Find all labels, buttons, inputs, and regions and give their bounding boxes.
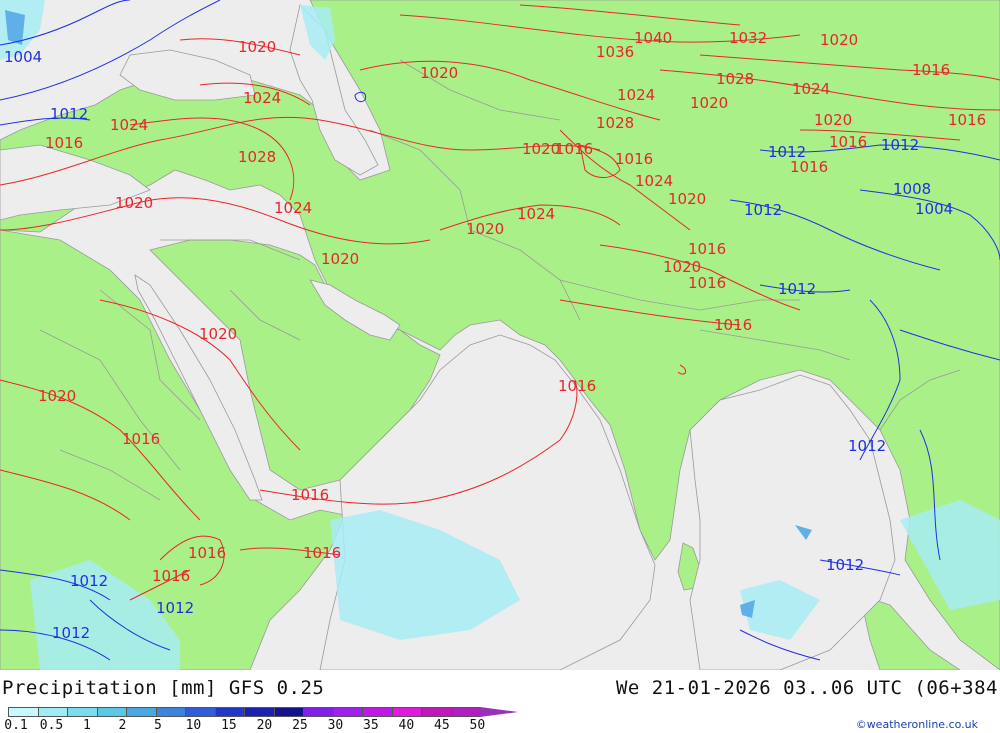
isobar-label: 1024 <box>635 172 673 190</box>
scale-swatch <box>303 707 333 717</box>
isobar-label: 1020 <box>38 387 76 405</box>
isobar-label: 1016 <box>45 134 83 152</box>
isobar-label: 1020 <box>820 31 858 49</box>
isobar-label: 1024 <box>243 89 281 107</box>
scale-swatch <box>155 707 185 717</box>
isobar-label: 1028 <box>238 148 276 166</box>
isobar-label: 1024 <box>110 116 148 134</box>
isobar-label: 1020 <box>690 94 728 112</box>
scale-tick-label: 15 <box>221 718 237 733</box>
isobar-label: 1020 <box>814 111 852 129</box>
scale-tick-label: 35 <box>363 718 379 733</box>
scale-tick-label: 0.1 <box>4 718 28 733</box>
scale-tick-label: 1 <box>83 718 91 733</box>
isobar-label: 1012 <box>826 556 864 574</box>
credit-link[interactable]: ©weatheronline.co.uk <box>856 718 978 731</box>
isobar-label: 1016 <box>188 544 226 562</box>
isobar-label: 1012 <box>744 201 782 219</box>
scale-swatch <box>332 707 362 717</box>
isobar-label: 1032 <box>729 29 767 47</box>
scale-swatch <box>8 707 38 717</box>
scale-tick-label: 30 <box>327 718 344 733</box>
isobar-label: 1024 <box>617 86 655 104</box>
isobar-label: 1028 <box>716 70 754 88</box>
isobar-label: 1020 <box>115 194 153 212</box>
map-canvas: 1004 1012 1016 1020 1024 1020 1020 1024 … <box>0 0 1000 670</box>
scale-swatch <box>244 707 274 717</box>
scale-swatch <box>214 707 244 717</box>
isobar-label: 1016 <box>688 240 726 258</box>
isobar-label: 1012 <box>848 437 886 455</box>
isobar-label: 1016 <box>615 150 653 168</box>
isobar-label: 1016 <box>912 61 950 79</box>
isobar-label: 1016 <box>291 486 329 504</box>
isobar-label: 1012 <box>778 280 816 298</box>
isobar-label: 1012 <box>881 136 919 154</box>
isobar-label: 1012 <box>52 624 90 642</box>
scale-swatch <box>67 707 97 717</box>
isobar-label: 1012 <box>50 105 88 123</box>
isobar-label: 1016 <box>303 544 341 562</box>
isobar-label: 1020 <box>321 250 359 268</box>
scale-tick-label: 25 <box>292 718 308 733</box>
weather-map: 1004 1012 1016 1020 1024 1020 1020 1024 … <box>0 0 1000 670</box>
isobar-label: 1020 <box>466 220 504 238</box>
scale-swatch <box>37 707 67 717</box>
scale-tick-label: 2 <box>118 718 127 733</box>
isobar-label: 1020 <box>238 38 276 56</box>
isobar-label: 1008 <box>893 180 931 198</box>
scale-swatch <box>391 707 421 717</box>
isobar-label: 1016 <box>122 430 160 448</box>
scale-tick-label: 0.5 <box>39 718 64 733</box>
scale-tick-label: 5 <box>154 718 162 733</box>
scale-arrow-icon <box>480 707 518 717</box>
scale-swatch <box>185 707 215 717</box>
isobar-label: 1024 <box>274 199 312 217</box>
isobar-label: 1036 <box>596 43 634 61</box>
isobar-label: 1028 <box>596 114 634 132</box>
isobar-label: 1012 <box>156 599 194 617</box>
isobar-label: 1024 <box>517 205 555 223</box>
isobar-label: 1016 <box>555 140 593 158</box>
scale-tick-label: 20 <box>256 718 273 733</box>
isobar-label: 1040 <box>634 29 672 47</box>
isobar-label: 1012 <box>70 572 108 590</box>
isobar-label: 1016 <box>688 274 726 292</box>
scale-swatch <box>421 707 451 717</box>
scale-swatch <box>273 707 303 717</box>
scale-tick-label: 40 <box>398 718 415 733</box>
scale-tick-labels: 0.1 0.5 1 2 5 10 15 20 25 30 35 40 45 50 <box>0 718 530 733</box>
isobar-label: 1016 <box>152 567 190 585</box>
isobar-label: 1020 <box>668 190 706 208</box>
scale-tick-label: 10 <box>185 718 202 733</box>
isobar-label: 1016 <box>948 111 986 129</box>
isobar-label: 1004 <box>915 200 953 218</box>
isobar-label: 1020 <box>420 64 458 82</box>
isobar-label: 1016 <box>829 133 867 151</box>
scale-tick-label: 50 <box>469 718 486 733</box>
isobar-label: 1020 <box>199 325 237 343</box>
map-title: Precipitation [mm] GFS 0.25 <box>2 677 325 699</box>
scale-swatch <box>450 707 480 717</box>
scale-tick-label: 45 <box>434 718 450 733</box>
scale-swatch <box>362 707 392 717</box>
isobar-label: 1004 <box>4 48 42 66</box>
valid-time: We 21-01-2026 03..06 UTC (06+384 <box>615 677 998 699</box>
scale-swatch <box>96 707 126 717</box>
isobar-label: 1016 <box>790 158 828 176</box>
scale-swatch <box>126 707 156 717</box>
isobar-label: 1024 <box>792 80 830 98</box>
isobar-label: 1016 <box>558 377 596 395</box>
isobar-label: 1016 <box>714 316 752 334</box>
